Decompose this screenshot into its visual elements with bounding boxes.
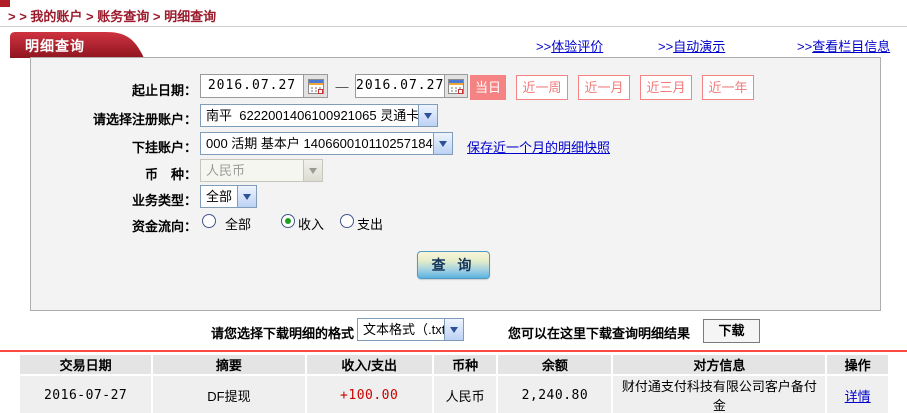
chevron-down-icon <box>303 160 322 181</box>
col-header-balance: 余额 <box>498 355 612 374</box>
breadcrumb: > > 我的账户 > 账务查询 > 明细查询 <box>8 6 216 25</box>
currency-label: 币 种： <box>144 167 197 182</box>
link-auto-demo[interactable]: >>自动演示 <box>658 36 725 55</box>
cell-date: 2016-07-27 <box>20 376 152 413</box>
download-hint: 您可以在这里下载查询明细结果 <box>508 326 691 341</box>
register-account-label: 请选择注册账户： <box>92 112 197 127</box>
table-row: 2016-07-27 DF提现 +100.00 人民币 2,240.80 财付通… <box>20 376 888 413</box>
currency-value: 人民币 <box>206 163 246 178</box>
breadcrumb-arrows: > > <box>8 9 31 24</box>
col-header-counterparty: 对方信息 <box>613 355 826 374</box>
register-account-select[interactable]: 南平 6222001406100921065 灵通卡 <box>200 104 438 127</box>
header-divider <box>0 26 907 27</box>
cell-summary: DF提现 <box>153 376 305 413</box>
end-date-value[interactable]: 2016.07.27 <box>356 75 444 97</box>
flow-radio-expense-label[interactable]: 支出 <box>357 214 383 233</box>
flow-radio-income-label[interactable]: 收入 <box>298 214 324 233</box>
fund-flow-label: 资金流向： <box>131 219 197 234</box>
col-header-date: 交易日期 <box>20 355 152 374</box>
start-date-value[interactable]: 2016.07.27 <box>201 75 303 97</box>
quick-range-3months-button[interactable]: 近三月 <box>640 75 692 100</box>
breadcrumb-detail-query[interactable]: 明细查询 <box>164 9 216 24</box>
link-view-column-info[interactable]: >>查看栏目信息 <box>797 36 890 55</box>
calendar-icon <box>448 78 465 94</box>
save-snapshot-link[interactable]: 保存近一个月的明细快照 <box>467 137 610 156</box>
calendar-icon <box>307 78 324 94</box>
quick-range-year-button[interactable]: 近一年 <box>702 75 754 100</box>
end-date-input[interactable]: 2016.07.27 <box>355 74 468 98</box>
sub-account-label: 下挂账户： <box>131 140 197 155</box>
query-button[interactable]: 查 询 <box>417 251 490 279</box>
col-header-amount: 收入/支出 <box>306 355 432 374</box>
download-format-select[interactable]: 文本格式（.txt） <box>357 318 464 341</box>
business-type-select[interactable]: 全部 <box>200 185 257 208</box>
download-button[interactable]: 下载 <box>703 319 760 343</box>
quick-range-month-button[interactable]: 近一月 <box>578 75 630 100</box>
col-header-currency: 币种 <box>433 355 497 374</box>
chevron-down-icon[interactable] <box>418 105 437 126</box>
sub-account-select[interactable]: 000 活期 基本户 1406600101102571848 <box>200 132 453 155</box>
col-header-action: 操作 <box>827 355 888 374</box>
business-type-label: 业务类型： <box>131 193 197 208</box>
quick-range-today-button[interactable]: 当日 <box>470 75 506 100</box>
transactions-table: 交易日期 摘要 收入/支出 币种 余额 对方信息 操作 2016-07-27 D… <box>18 353 890 413</box>
flow-radio-all[interactable] <box>202 214 216 228</box>
flow-radio-expense[interactable] <box>340 214 354 228</box>
quick-range-week-button[interactable]: 近一周 <box>516 75 568 100</box>
currency-select: 人民币 <box>200 159 323 182</box>
flow-radio-all-label[interactable]: 全部 <box>225 214 251 233</box>
link-experience-rating[interactable]: >>体验评价 <box>536 36 603 55</box>
cell-balance: 2,240.80 <box>498 376 612 413</box>
breadcrumb-my-account[interactable]: 我的账户 <box>30 9 82 24</box>
page-root: > > 我的账户 > 账务查询 > 明细查询 明细查询 >>体验评价 >>自动演… <box>0 0 907 413</box>
table-header-row: 交易日期 摘要 收入/支出 币种 余额 对方信息 操作 <box>20 355 888 374</box>
business-type-value: 全部 <box>206 189 233 204</box>
cell-amount: +100.00 <box>306 376 432 413</box>
breadcrumb-separator: > <box>149 9 165 24</box>
date-range-separator: — <box>335 79 349 94</box>
breadcrumb-separator: > <box>82 9 98 24</box>
breadcrumb-account-query[interactable]: 账务查询 <box>97 9 149 24</box>
start-date-input[interactable]: 2016.07.27 <box>200 74 328 98</box>
cell-counterparty: 财付通支付科技有限公司客户备付金 <box>613 376 826 413</box>
date-range-label: 起止日期： <box>131 83 197 98</box>
sub-account-value: 000 活期 基本户 1406600101102571848 <box>206 136 433 151</box>
cell-currency: 人民币 <box>433 376 497 413</box>
col-header-summary: 摘要 <box>153 355 305 374</box>
register-account-value: 南平 6222001406100921065 灵通卡 <box>206 108 418 123</box>
download-format-label: 请您选择下载明细的格式 <box>210 326 354 341</box>
tab-detail-query[interactable]: 明细查询 <box>10 32 160 58</box>
chevron-down-icon[interactable] <box>237 186 256 207</box>
start-date-calendar-button[interactable] <box>303 75 327 97</box>
detail-link[interactable]: 详情 <box>845 389 871 404</box>
table-top-divider <box>0 350 907 352</box>
tab-label: 明细查询 <box>25 38 85 54</box>
end-date-calendar-button[interactable] <box>444 75 467 97</box>
chevron-down-icon[interactable] <box>444 319 463 340</box>
flow-radio-income[interactable] <box>281 214 295 228</box>
download-format-value: 文本格式（.txt） <box>363 322 444 337</box>
chevron-down-icon[interactable] <box>433 133 452 154</box>
